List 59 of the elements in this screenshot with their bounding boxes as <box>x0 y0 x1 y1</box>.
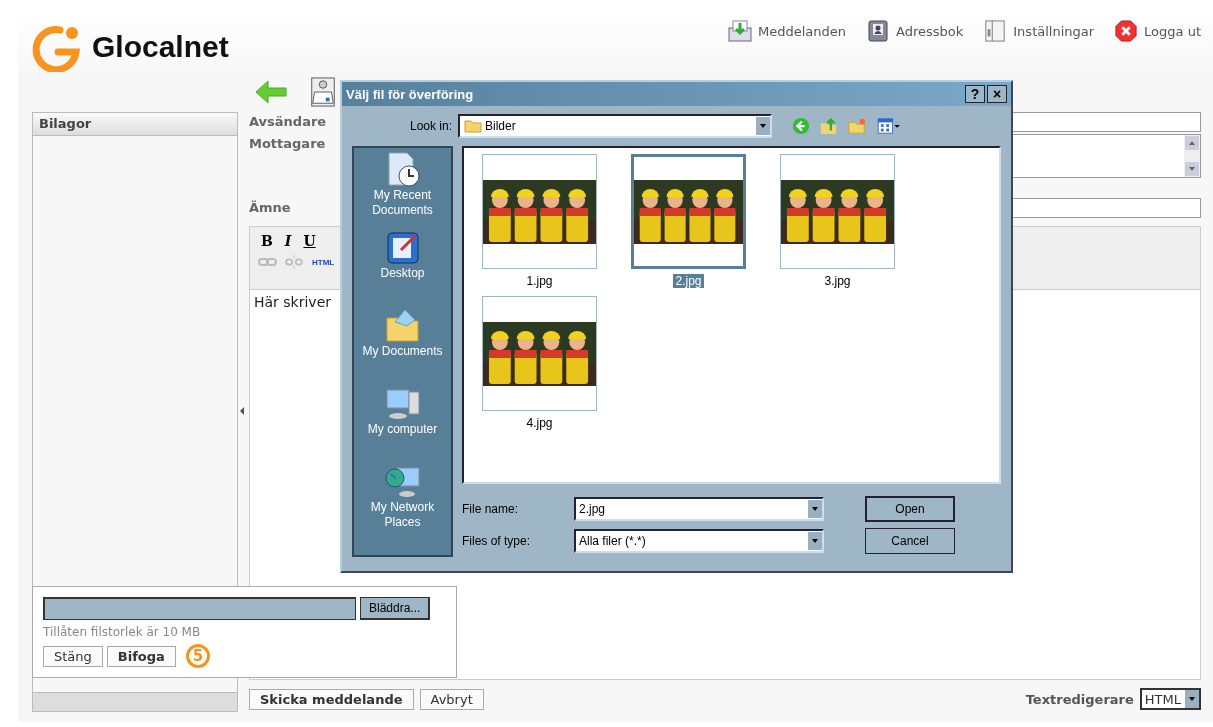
header-link[interactable]: Adressbok <box>866 20 964 42</box>
close-icon <box>1114 20 1139 42</box>
size-hint: Tillåten filstorlek är 10 MB <box>43 625 202 639</box>
field-label: Avsändare <box>249 113 328 129</box>
html-button[interactable]: HTML <box>310 257 337 267</box>
format-button[interactable]: B <box>258 233 276 249</box>
folder-icon <box>384 308 421 344</box>
body-text: Här skriver <box>254 294 331 310</box>
upload-button[interactable]: Bifoga <box>106 645 176 667</box>
editor-select[interactable]: HTML <box>1139 688 1201 710</box>
dropdown-icon <box>808 532 822 550</box>
splitter-handle-icon[interactable] <box>240 407 244 415</box>
header-link[interactable]: Logga ut <box>1114 20 1201 42</box>
open-button[interactable]: Open <box>865 496 955 522</box>
header-link[interactable]: Inställningar <box>983 20 1095 42</box>
place-item[interactable]: Desktop <box>354 230 451 308</box>
view-menu-icon[interactable] <box>876 117 902 135</box>
help-button[interactable]: ? <box>965 85 985 103</box>
look-in-label: Look in: <box>408 119 452 133</box>
close-button[interactable]: × <box>987 85 1007 103</box>
field-label: Ämne <box>249 199 292 215</box>
computer-icon <box>384 386 421 422</box>
place-item[interactable]: My Network Places <box>354 464 451 542</box>
file-type-label: Files of type: <box>462 534 532 548</box>
editor-label: Textredigerare <box>1025 691 1134 707</box>
up-folder-icon[interactable] <box>820 117 838 135</box>
field-label: Mottagare <box>249 135 327 151</box>
dropdown-icon <box>1185 690 1199 708</box>
back-arrow-icon[interactable] <box>254 77 288 107</box>
dropdown-icon <box>756 117 770 135</box>
form-button[interactable]: Avbryt <box>419 688 484 710</box>
new-folder-icon[interactable] <box>848 117 866 135</box>
back-icon[interactable] <box>792 117 810 135</box>
place-item[interactable]: My Documents <box>354 308 451 386</box>
place-item[interactable]: My Recent Documents <box>354 152 451 230</box>
address-book-icon <box>866 20 890 42</box>
form-button[interactable]: Skicka meddelande <box>249 688 414 710</box>
step-marker: 5 <box>185 644 210 668</box>
cancel-button[interactable]: Cancel <box>865 528 955 554</box>
browse-button[interactable]: Bläddra... <box>360 597 431 620</box>
settings-icon <box>983 20 1008 42</box>
desktop-icon <box>384 230 421 266</box>
format-button[interactable]: U <box>300 233 319 249</box>
inbox-icon <box>728 20 752 42</box>
scroll-down-icon[interactable] <box>1185 162 1199 176</box>
look-in-dropdown[interactable]: Bilder <box>458 114 772 138</box>
file-path-field[interactable] <box>43 597 356 620</box>
place-item[interactable]: My computer <box>354 386 451 464</box>
header-link[interactable]: Meddelanden <box>728 20 846 42</box>
dropdown-icon <box>808 500 822 518</box>
network-computer-icon <box>384 464 421 500</box>
scroll-up-icon[interactable] <box>1185 136 1199 150</box>
format-button[interactable]: I <box>281 233 295 249</box>
logo-text: Glocalnet <box>92 30 229 64</box>
file-name-label: File name: <box>462 502 520 516</box>
file-type-dropdown[interactable]: Alla filer (*.*) <box>574 529 824 553</box>
upload-button[interactable]: Stäng <box>43 645 103 667</box>
file-name-field[interactable]: 2.jpg <box>574 497 824 521</box>
dialog-title: Välj fil för överföring <box>346 86 474 102</box>
